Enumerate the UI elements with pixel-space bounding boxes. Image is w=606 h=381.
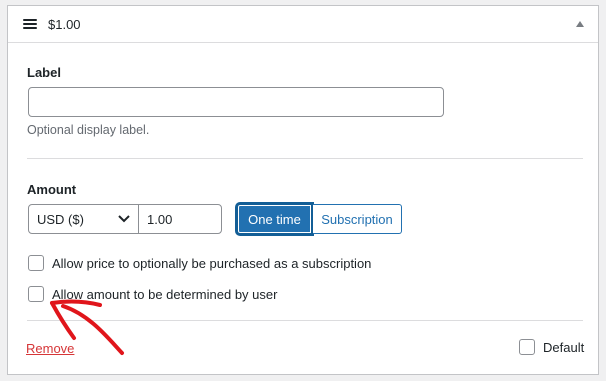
remove-link[interactable]: Remove <box>26 341 74 356</box>
chevron-down-icon <box>118 215 130 223</box>
default-label: Default <box>543 339 585 355</box>
subscription-option-checkbox[interactable] <box>28 255 44 271</box>
user-amount-option-checkbox[interactable] <box>28 286 44 302</box>
divider <box>27 320 583 321</box>
default-option-row[interactable]: Default <box>519 339 584 355</box>
amount-field-label: Amount <box>27 182 77 197</box>
drag-handle-icon[interactable] <box>23 19 37 29</box>
label-input[interactable] <box>28 87 444 117</box>
default-checkbox[interactable] <box>519 339 535 355</box>
label-field-label: Label <box>27 65 61 80</box>
currency-select-value: USD ($) <box>37 212 84 227</box>
subscription-option-label: Allow price to optionally be purchased a… <box>52 255 372 271</box>
price-panel: $1.00 Label Optional display label. Amou… <box>7 5 599 375</box>
panel-title: $1.00 <box>48 17 81 32</box>
collapse-icon[interactable] <box>576 21 584 27</box>
subscription-button[interactable]: Subscription <box>313 204 402 234</box>
amount-input-value: 1.00 <box>147 212 173 227</box>
divider <box>27 158 583 159</box>
subscription-option-row[interactable]: Allow price to optionally be purchased a… <box>28 255 371 271</box>
one-time-button[interactable]: One time <box>237 204 312 234</box>
amount-input[interactable]: 1.00 <box>138 204 222 234</box>
user-amount-option-label: Allow amount to be determined by user <box>52 286 278 302</box>
label-help-text: Optional display label. <box>27 123 150 137</box>
user-amount-option-row[interactable]: Allow amount to be determined by user <box>28 286 277 302</box>
panel-header[interactable]: $1.00 <box>8 6 598 43</box>
currency-select[interactable]: USD ($) <box>28 204 139 234</box>
